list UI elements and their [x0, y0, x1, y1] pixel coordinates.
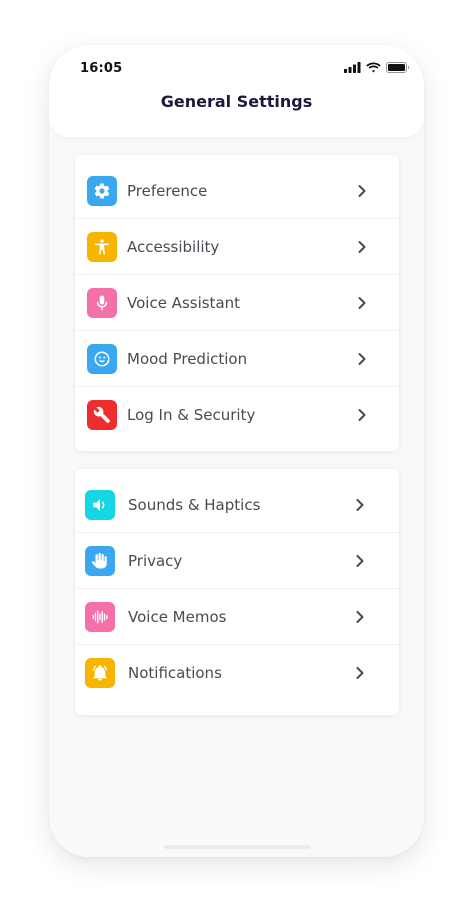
- settings-row-label: Privacy: [128, 551, 183, 570]
- wifi-icon: [366, 62, 381, 73]
- settings-row-login-security[interactable]: Log In & Security: [75, 387, 399, 443]
- chevron-right-icon: [353, 182, 371, 200]
- settings-row-label: Voice Assistant: [127, 293, 241, 312]
- microphone-icon: [87, 288, 117, 318]
- settings-row-voice-memos[interactable]: Voice Memos: [75, 589, 399, 645]
- settings-row-label: Preference: [127, 181, 208, 200]
- wrench-icon: [87, 400, 117, 430]
- chevron-right-icon: [351, 664, 369, 682]
- chevron-right-icon: [351, 496, 369, 514]
- settings-row-privacy[interactable]: Privacy: [75, 533, 399, 589]
- accessibility-icon: [87, 232, 117, 262]
- status-time: 16:05: [80, 61, 123, 76]
- settings-row-label: Voice Memos: [128, 607, 227, 626]
- page-title: General Settings: [160, 92, 313, 111]
- settings-row-accessibility[interactable]: Accessibility: [75, 219, 399, 275]
- settings-row-preference[interactable]: Preference: [75, 163, 399, 219]
- chevron-right-icon: [353, 238, 371, 256]
- waveform-icon: [85, 602, 115, 632]
- settings-row-voice-assistant[interactable]: Voice Assistant: [75, 275, 399, 331]
- settings-row-label: Notifications: [128, 664, 222, 682]
- settings-row-notifications[interactable]: Notifications: [75, 645, 399, 701]
- settings-group-2: Sounds & Haptics Privacy Voice Memos Not…: [75, 469, 399, 715]
- chevron-right-icon: [353, 406, 371, 424]
- settings-row-label: Mood Prediction: [127, 349, 248, 368]
- chevron-right-icon: [351, 608, 369, 626]
- cellular-signal-icon: [344, 62, 361, 73]
- settings-row-label: Accessibility: [127, 237, 220, 256]
- chevron-right-icon: [353, 294, 371, 312]
- speaker-icon: [85, 490, 115, 520]
- battery-icon: [386, 62, 410, 73]
- phone-frame: 16:05 General Settings Preference Access…: [49, 45, 424, 857]
- settings-row-mood-prediction[interactable]: Mood Prediction: [75, 331, 399, 387]
- settings-group-1: Preference Accessibility Voice Assistant…: [75, 155, 399, 451]
- chevron-right-icon: [351, 552, 369, 570]
- gear-icon: [87, 176, 117, 206]
- hand-icon: [85, 546, 115, 576]
- smiley-icon: [87, 344, 117, 374]
- settings-row-label: Sounds & Haptics: [128, 495, 261, 514]
- status-icons: [344, 62, 410, 73]
- header: 16:05 General Settings: [49, 45, 424, 137]
- settings-row-label: Log In & Security: [127, 406, 256, 424]
- settings-row-sounds-haptics[interactable]: Sounds & Haptics: [75, 477, 399, 533]
- home-indicator[interactable]: [164, 845, 310, 849]
- bell-icon: [85, 658, 115, 688]
- chevron-right-icon: [353, 350, 371, 368]
